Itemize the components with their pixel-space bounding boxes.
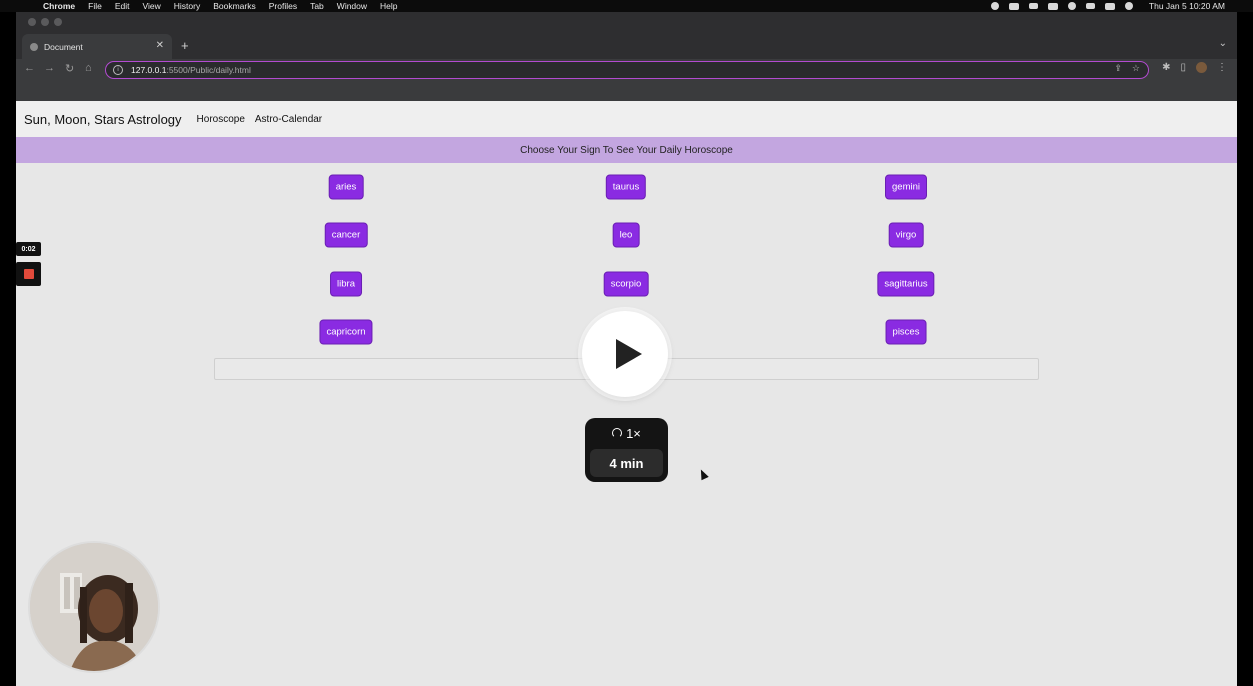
menu-bookmarks[interactable]: Bookmarks [213,1,256,11]
video-duration: 4 min [590,449,663,477]
menu-tab[interactable]: Tab [310,1,324,11]
webcam-presenter-image [30,543,158,671]
browser-toolbar: ← → ↻ ⌂ i 127.0.0.1 :5500/Public/daily.h… [16,59,1237,81]
spotlight-search-icon[interactable] [1085,3,1095,9]
more-menu-icon[interactable]: ⋮ [1217,62,1227,73]
recording-timer: 0:02 [16,242,41,256]
chevron-down-icon[interactable]: ⌄ [1219,38,1227,49]
url-host: 127.0.0.1 [131,65,167,75]
site-brand[interactable]: Sun, Moon, Stars Astrology [24,112,182,127]
menu-edit[interactable]: Edit [115,1,130,11]
webcam-bubble [30,543,158,671]
sign-button-taurus[interactable]: taurus [605,174,647,200]
sign-button-capricorn[interactable]: capricorn [319,319,373,345]
home-icon[interactable]: ⌂ [85,62,92,74]
stop-recording-button[interactable] [16,262,41,286]
speed-dial-icon [612,428,623,438]
address-bar[interactable]: i 127.0.0.1 :5500/Public/daily.html ⇪ ☆ [105,61,1149,79]
menu-app-name[interactable]: Chrome [43,1,75,11]
sign-button-sagittarius[interactable]: sagittarius [877,271,935,297]
control-center-icon[interactable] [1104,2,1115,10]
forward-arrow-icon[interactable]: → [44,62,55,74]
status-gear-icon[interactable] [990,2,999,10]
play-icon [616,339,642,369]
wifi-icon[interactable] [1067,2,1076,10]
share-icon[interactable]: ⇪ [1114,63,1122,74]
close-tab-icon[interactable]: ✕ [156,40,164,51]
menu-file[interactable]: File [88,1,102,11]
sign-button-pisces[interactable]: pisces [885,319,927,345]
web-page: Sun, Moon, Stars Astrology Horoscope Ast… [16,101,1237,686]
siri-icon[interactable] [1124,2,1133,10]
sign-button-gemini[interactable]: gemini [885,174,927,200]
menu-help[interactable]: Help [380,1,397,11]
sign-button-scorpio[interactable]: scorpio [603,271,649,297]
sign-button-leo[interactable]: leo [612,222,640,248]
side-panel-icon[interactable]: ▯ [1180,62,1186,73]
profile-avatar-icon[interactable] [1196,62,1207,73]
nav-link-astro-calendar[interactable]: Astro-Calendar [255,114,322,125]
bookmarks-bar [16,81,1237,101]
tab-title: Document [44,41,83,52]
close-window-button[interactable] [28,18,36,26]
status-screen-icon[interactable] [1028,3,1038,9]
playback-rate-label: 1× [626,425,641,441]
back-arrow-icon[interactable]: ← [24,62,35,74]
reload-icon[interactable]: ↻ [65,62,74,75]
tab-document[interactable]: Document ✕ [22,34,172,59]
globe-icon [30,42,38,51]
minimize-window-button[interactable] [41,18,49,26]
menu-profiles[interactable]: Profiles [269,1,297,11]
status-record-icon[interactable] [1008,2,1019,10]
nav-link-horoscope[interactable]: Horoscope [197,114,245,125]
zoom-window-button[interactable] [54,18,62,26]
extensions-puzzle-icon[interactable]: ✱ [1162,62,1170,73]
window-titlebar [16,12,1237,34]
macos-menubar: Chrome File Edit View History Bookmarks … [0,0,1253,12]
window-controls [28,18,62,26]
sign-button-virgo[interactable]: virgo [888,222,924,248]
page-banner: Choose Your Sign To See Your Daily Horos… [16,137,1237,163]
bookmark-star-icon[interactable]: ☆ [1132,63,1140,74]
sign-button-cancer[interactable]: cancer [324,222,368,248]
menu-view[interactable]: View [142,1,160,11]
playback-rate[interactable]: 1× [585,418,668,448]
menubar-clock[interactable]: Thu Jan 5 10:20 AM [1149,1,1225,11]
sign-button-libra[interactable]: libra [330,271,362,297]
site-info-icon[interactable]: i [113,65,123,75]
battery-icon[interactable] [1047,2,1058,10]
browser-window: Document ✕ + ⌄ ← → ↻ ⌂ i 127.0.0.1 :5500… [16,12,1237,686]
site-nav: Sun, Moon, Stars Astrology Horoscope Ast… [16,101,1237,137]
playback-speed-panel[interactable]: 1× 4 min [585,418,668,482]
menu-window[interactable]: Window [337,1,367,11]
url-path: :5500/Public/daily.html [166,65,251,75]
sign-button-aries[interactable]: aries [328,174,364,200]
menu-history[interactable]: History [174,1,200,11]
tab-strip: Document ✕ + ⌄ [16,34,1237,59]
new-tab-icon[interactable]: + [181,38,189,53]
stop-icon [24,269,34,279]
play-button[interactable] [582,311,668,397]
